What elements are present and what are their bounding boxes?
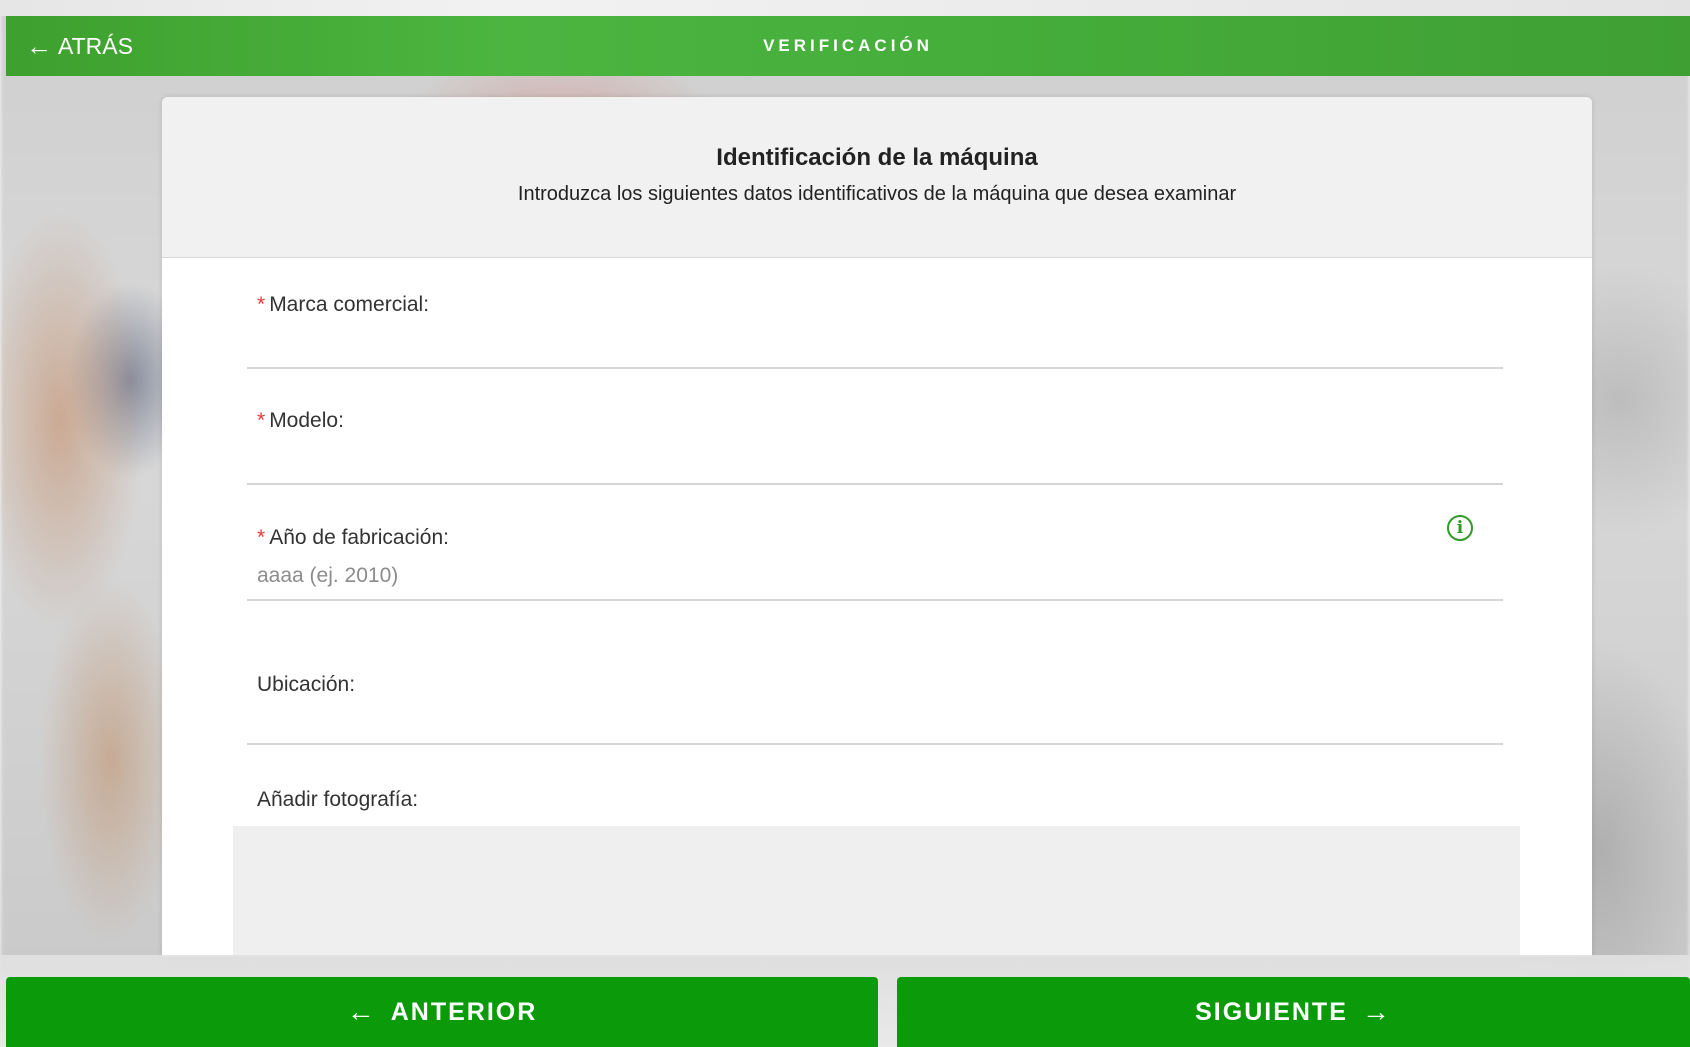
year-input[interactable] xyxy=(257,561,1437,591)
card-title: Identificación de la máquina xyxy=(716,144,1038,171)
year-field: *Año de fabricación: i xyxy=(247,515,1503,601)
brand-field: * Marca comercial: xyxy=(247,293,1503,369)
location-label: Ubicación: xyxy=(257,673,356,696)
brand-label-text: Marca comercial: xyxy=(269,293,430,316)
arrow-left-icon: ← xyxy=(346,996,377,1027)
required-asterisk: * xyxy=(257,526,266,549)
year-label-text: Año de fabricación: xyxy=(269,526,449,549)
previous-label: ANTERIOR xyxy=(390,997,538,1026)
info-icon[interactable]: i xyxy=(1447,515,1473,541)
location-field: Ubicación: xyxy=(247,673,1503,745)
photo-upload-area[interactable] xyxy=(233,826,1520,957)
model-label-text: Modelo: xyxy=(269,409,344,432)
photo-label: Añadir fotografía: xyxy=(257,788,419,811)
card-header: Identificación de la máquina Introduzca … xyxy=(162,97,1592,258)
brand-input[interactable] xyxy=(257,331,1437,361)
year-label: * Año de fabricación: xyxy=(257,526,449,550)
required-asterisk: * xyxy=(257,293,266,316)
brand-label: * Marca comercial: xyxy=(257,293,429,317)
top-strip xyxy=(0,0,1690,16)
header-bar: ← ATRÁS VERIFICACIÓN xyxy=(6,16,1690,76)
next-button[interactable]: SIGUIENTE → xyxy=(897,977,1690,1047)
arrow-right-icon: → xyxy=(1361,996,1392,1027)
card-subtitle: Introduzca los siguientes datos identifi… xyxy=(517,183,1237,205)
required-asterisk: * xyxy=(257,409,266,432)
form-card: Identificación de la máquina Introduzca … xyxy=(162,97,1592,957)
model-label: * Modelo: xyxy=(257,409,344,433)
location-input[interactable] xyxy=(257,707,1437,737)
page-title: VERIFICACIÓN xyxy=(763,36,933,55)
previous-button[interactable]: ← ANTERIOR xyxy=(6,977,878,1047)
model-input[interactable] xyxy=(257,447,1437,477)
next-label: SIGUIENTE xyxy=(1195,997,1348,1026)
model-field: * Modelo: xyxy=(247,409,1503,485)
